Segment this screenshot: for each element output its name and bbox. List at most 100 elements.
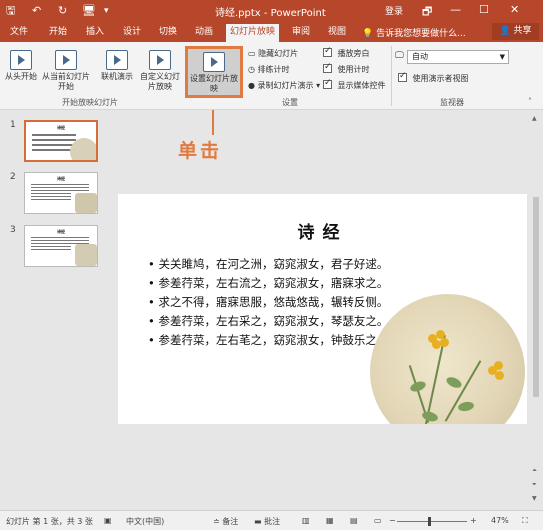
close-icon[interactable]: ✕ [510, 3, 519, 16]
slide-thumbnail-2[interactable]: 诗经 [24, 172, 98, 214]
normal-view-icon[interactable]: ▥ [302, 516, 310, 525]
vertical-scrollbar[interactable]: ▲ ⏶ ⏷ ▼ [531, 115, 541, 508]
comments-button[interactable]: ▬ 批注 [254, 516, 280, 527]
tab-slideshow[interactable]: 幻灯片放映 [226, 24, 280, 42]
custom-show-button[interactable]: 自定义幻灯片放映 [140, 50, 180, 92]
slide-bullet[interactable]: • 参差荇菜，左右流之，窈窕淑女，寤寐求之。 [148, 275, 388, 291]
ribbon-display-icon[interactable]: 🗗 [422, 3, 432, 22]
scroll-up-icon[interactable]: ▲ [532, 115, 537, 122]
zoom-level[interactable]: 47% [491, 516, 509, 525]
slide-thumbnail-1[interactable]: 诗经 [24, 120, 98, 162]
customize-toolbar-icon[interactable]: ▾ [104, 3, 109, 19]
setup-slideshow-button[interactable]: 设置幻灯片放映 [190, 52, 238, 94]
use-timings-checkbox[interactable]: 使用计时 [323, 62, 370, 75]
language-status[interactable]: 中文(中国) [126, 516, 164, 527]
tab-file[interactable]: 文件 [10, 25, 28, 39]
tab-review[interactable]: 审阅 [292, 25, 310, 39]
save-icon[interactable]: 🖫 [6, 3, 15, 19]
flower-painting-image[interactable] [370, 294, 525, 424]
presenter-view-checkbox[interactable]: 使用演示者视图 [398, 71, 469, 84]
chevron-down-icon: ▾ [316, 81, 321, 90]
group-divider [391, 46, 392, 106]
from-current-button[interactable]: 从当前幻灯片开始 [40, 50, 92, 92]
ribbon: 从头开始 从当前幻灯片开始 联机演示 自定义幻灯片放映 开始放映幻灯片 设置幻灯… [0, 42, 543, 110]
tab-design[interactable]: 设计 [123, 25, 141, 39]
zoom-slider[interactable] [397, 521, 467, 522]
slide-bullet[interactable]: • 关关雎鸠，在河之洲，窈窕淑女，君子好逑。 [148, 256, 388, 272]
zoom-out-icon[interactable]: − [389, 516, 396, 525]
thumbnail-number: 3 [10, 225, 16, 235]
show-media-controls-checkbox[interactable]: 显示媒体控件 [323, 78, 386, 91]
tab-insert[interactable]: 插入 [86, 25, 104, 39]
slide-title[interactable]: 诗经 [118, 218, 527, 243]
use-timings-label: 使用计时 [337, 65, 370, 74]
slide-thumbnail-3[interactable]: 诗经 [24, 225, 98, 267]
play-slide-icon [10, 50, 32, 70]
play-narrations-label: 播放旁白 [337, 49, 370, 58]
monitor-select[interactable]: 自动 ▼ [407, 50, 509, 64]
current-slide[interactable]: 诗经 • 关关雎鸠，在河之洲，窈窕淑女，君子好逑。 • 参差荇菜，左右流之，窈窕… [118, 194, 527, 424]
present-online-icon [106, 50, 128, 70]
slideshow-icon[interactable]: 🖥 [82, 3, 96, 19]
window-title: 诗经.pptx - PowerPoint [215, 8, 326, 19]
present-online-label: 联机演示 [101, 72, 133, 81]
play-narrations-checkbox[interactable]: 播放旁白 [323, 46, 370, 59]
undo-icon[interactable]: ↶ [32, 3, 41, 19]
stopwatch-icon: ◷ [248, 65, 255, 74]
hide-slide-label: 隐藏幻灯片 [258, 49, 299, 58]
tell-me-search[interactable]: 💡 告诉我您想要做什么... [362, 26, 466, 39]
tab-transitions[interactable]: 切换 [159, 25, 177, 39]
from-beginning-label: 从头开始 [5, 72, 37, 81]
minimize-icon[interactable]: — [450, 3, 461, 16]
slideshow-view-icon[interactable]: ▭ [374, 516, 382, 525]
slide-count-status[interactable]: 幻灯片 第 1 张，共 3 张 [6, 516, 93, 527]
share-button[interactable]: 👤 共享 [492, 23, 539, 40]
login-link[interactable]: 登录 [385, 4, 403, 17]
checkbox-checked-icon [323, 78, 332, 89]
spellcheck-icon[interactable]: ▣ [104, 516, 112, 525]
thumbnail-title: 诗经 [57, 125, 65, 130]
ribbon-tabs: 文件 开始 插入 设计 切换 动画 幻灯片放映 审阅 视图 💡 告诉我您想要做什… [0, 22, 543, 42]
fit-slide-icon[interactable]: ⛶ [522, 516, 528, 526]
custom-show-label: 自定义幻灯片放映 [140, 72, 180, 91]
thumbnail-number: 1 [10, 120, 16, 130]
zoom-in-icon[interactable]: + [470, 516, 477, 525]
comments-label: 批注 [264, 517, 281, 526]
lightbulb-icon: 💡 [362, 29, 374, 39]
slide-bullet[interactable]: • 求之不得，寤寐思服，悠哉悠哉，辗转反侧。 [148, 294, 388, 310]
notes-button[interactable]: ≐ 备注 [213, 516, 238, 527]
thumbnail-title: 诗经 [57, 176, 65, 181]
checkbox-checked-icon [323, 62, 332, 73]
monitor-icon: 🖵 [395, 51, 404, 61]
annotation-label: 单击 [178, 140, 223, 162]
share-label: 共享 [513, 26, 532, 36]
checkbox-checked-icon [398, 71, 407, 82]
hide-slide-button[interactable]: ▭ 隐藏幻灯片 [248, 48, 298, 59]
group-label-monitor: 监视器 [440, 98, 464, 107]
slide-sorter-icon[interactable]: ▦ [326, 516, 334, 525]
record-slideshow-label: 录制幻灯片演示 [257, 81, 314, 90]
present-online-button[interactable]: 联机演示 [97, 50, 137, 82]
from-beginning-button[interactable]: 从头开始 [2, 50, 40, 82]
thumbnail-title: 诗经 [57, 229, 65, 234]
tab-animations[interactable]: 动画 [195, 25, 213, 39]
checkbox-checked-icon [323, 46, 332, 57]
rehearse-timings-button[interactable]: ◷ 排练计时 [248, 64, 290, 75]
group-label-start: 开始放映幻灯片 [62, 98, 118, 107]
scroll-down-icon[interactable]: ▼ [532, 495, 537, 502]
tab-view[interactable]: 视图 [328, 25, 346, 39]
scroll-up-double-icon[interactable]: ⏶ [532, 467, 537, 475]
scrollbar-thumb[interactable] [533, 197, 539, 397]
zoom-slider-handle[interactable] [428, 517, 431, 526]
collapse-ribbon-icon[interactable]: ˄ [528, 97, 532, 106]
group-label-setup: 设置 [282, 98, 298, 107]
record-slideshow-button[interactable]: ● 录制幻灯片演示 ▾ [248, 80, 320, 91]
slide-bullet[interactable]: • 参差荇菜，左右芼之，窈窕淑女，钟鼓乐之。 [148, 332, 388, 348]
scroll-down-double-icon[interactable]: ⏷ [532, 481, 537, 489]
maximize-icon[interactable]: ☐ [479, 3, 489, 16]
from-current-label: 从当前幻灯片开始 [42, 72, 90, 91]
redo-icon[interactable]: ↻ [58, 3, 67, 19]
reading-view-icon[interactable]: ▤ [350, 516, 358, 525]
slide-bullet[interactable]: • 参差荇菜，左右采之，窈窕淑女，琴瑟友之。 [148, 313, 388, 329]
tab-home[interactable]: 开始 [49, 25, 67, 39]
